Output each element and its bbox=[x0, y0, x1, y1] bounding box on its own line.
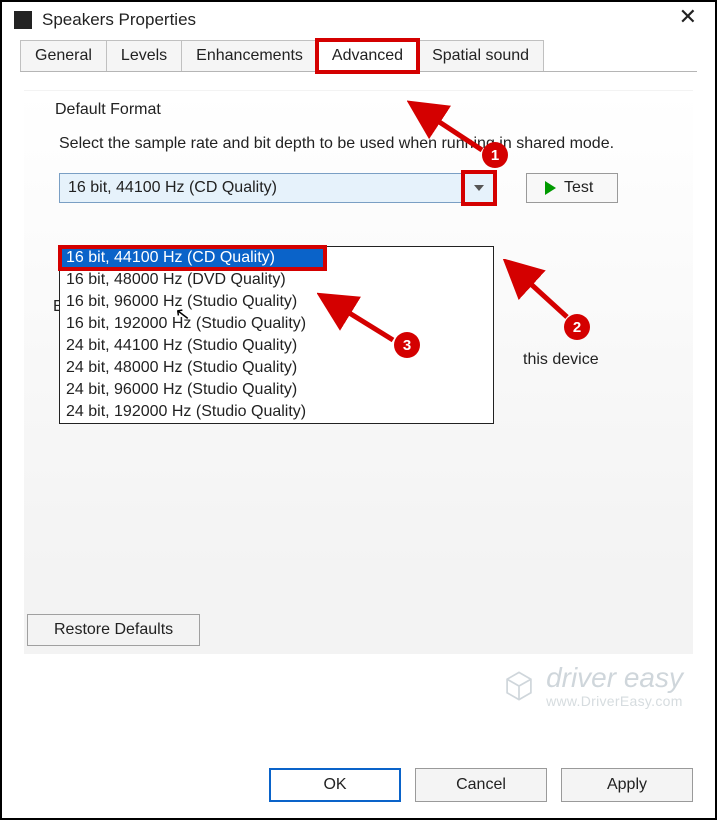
obscured-text: this device bbox=[523, 351, 599, 369]
ok-button[interactable]: OK bbox=[269, 768, 401, 802]
format-combo[interactable]: 16 bit, 44100 Hz (CD Quality) bbox=[59, 173, 494, 203]
tab-spatial-sound[interactable]: Spatial sound bbox=[417, 40, 544, 71]
tab-pane-advanced: Default Format Select the sample rate an… bbox=[24, 90, 693, 655]
close-button[interactable]: ✕ bbox=[673, 4, 703, 30]
test-button-label: Test bbox=[564, 179, 593, 197]
format-combo-dropdown-button[interactable] bbox=[464, 173, 494, 203]
format-option[interactable]: 24 bit, 96000 Hz (Studio Quality) bbox=[60, 379, 493, 401]
cancel-button[interactable]: Cancel bbox=[415, 768, 547, 802]
test-button[interactable]: Test bbox=[526, 173, 618, 203]
tab-strip: General Levels Enhancements Advanced Spa… bbox=[20, 40, 697, 72]
format-option[interactable]: 24 bit, 48000 Hz (Studio Quality) bbox=[60, 357, 493, 379]
chevron-down-icon bbox=[474, 185, 484, 191]
annotation-badge-1: 1 bbox=[482, 142, 508, 168]
annotation-badge-3: 3 bbox=[394, 332, 420, 358]
format-dropdown-list[interactable]: 16 bit, 44100 Hz (CD Quality) 16 bit, 48… bbox=[59, 246, 494, 424]
window-title: Speakers Properties bbox=[42, 10, 673, 30]
tab-advanced[interactable]: Advanced bbox=[317, 40, 418, 72]
tab-general[interactable]: General bbox=[20, 40, 107, 71]
restore-defaults-button[interactable]: Restore Defaults bbox=[27, 614, 200, 646]
apply-button[interactable]: Apply bbox=[561, 768, 693, 802]
format-option[interactable]: 16 bit, 44100 Hz (CD Quality) bbox=[60, 247, 325, 269]
format-option[interactable]: 24 bit, 192000 Hz (Studio Quality) bbox=[60, 401, 493, 423]
format-combo-value[interactable]: 16 bit, 44100 Hz (CD Quality) bbox=[59, 173, 464, 203]
watermark-url: www.DriverEasy.com bbox=[546, 694, 683, 708]
format-option[interactable]: 16 bit, 48000 Hz (DVD Quality) bbox=[60, 269, 493, 291]
dialog-buttons: OK Cancel Apply bbox=[269, 768, 693, 802]
watermark: driver easy www.DriverEasy.com bbox=[502, 664, 683, 708]
app-icon bbox=[14, 11, 32, 29]
tab-levels[interactable]: Levels bbox=[106, 40, 182, 71]
format-option[interactable]: 16 bit, 192000 Hz (Studio Quality) bbox=[60, 313, 493, 335]
format-option[interactable]: 24 bit, 44100 Hz (Studio Quality) bbox=[60, 335, 493, 357]
titlebar: Speakers Properties ✕ bbox=[2, 2, 715, 40]
play-icon bbox=[545, 181, 556, 195]
section-title: Default Format bbox=[55, 101, 692, 119]
cube-icon bbox=[502, 669, 536, 703]
tab-enhancements[interactable]: Enhancements bbox=[181, 40, 318, 71]
format-option[interactable]: 16 bit, 96000 Hz (Studio Quality) bbox=[60, 291, 493, 313]
format-row: 16 bit, 44100 Hz (CD Quality) Test bbox=[59, 173, 658, 203]
watermark-brand: driver easy bbox=[546, 664, 683, 692]
section-description: Select the sample rate and bit depth to … bbox=[59, 133, 658, 155]
annotation-badge-2: 2 bbox=[564, 314, 590, 340]
